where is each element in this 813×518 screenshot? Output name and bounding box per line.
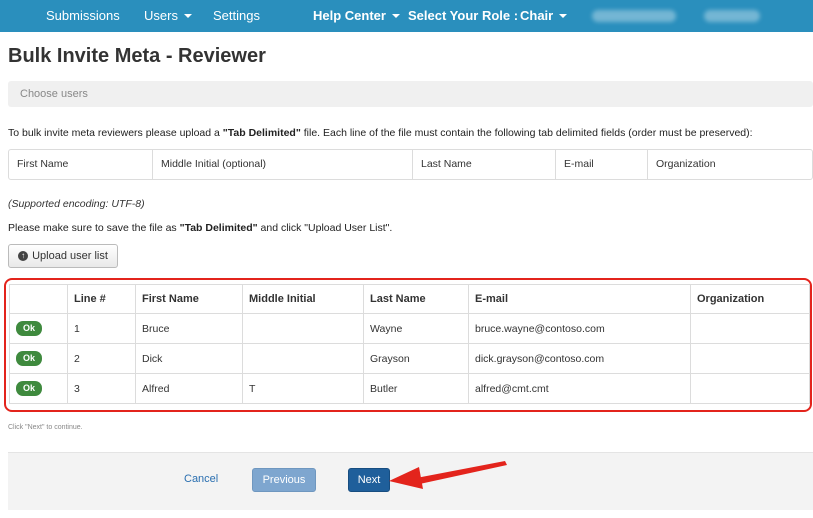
middle-initial-cell: [242, 313, 364, 344]
next-button[interactable]: Next: [348, 468, 390, 492]
nav-settings[interactable]: Settings: [213, 0, 260, 32]
nav-help-center[interactable]: Help Center: [313, 0, 400, 32]
col-status: [9, 284, 68, 314]
instructions-text-end: file. Each line of the file must contain…: [300, 127, 753, 139]
save-text: Please make sure to save the file as: [8, 222, 180, 234]
first-name-cell: Dick: [135, 343, 243, 374]
line-cell: 3: [67, 373, 136, 404]
required-fields-table: First Name Middle Initial (optional) Las…: [8, 149, 813, 180]
middle-initial-cell: [242, 343, 364, 374]
table-row: Ok 3 Alfred T Butler alfred@cmt.cmt: [9, 373, 810, 404]
first-name-cell: Bruce: [135, 313, 243, 344]
continue-note: Click "Next" to continue.: [8, 424, 83, 431]
save-instructions: Please make sure to save the file as "Ta…: [8, 222, 392, 234]
col-first-name: First Name: [135, 284, 243, 314]
last-name-cell: Butler: [363, 373, 469, 404]
first-name-cell: Alfred: [135, 373, 243, 404]
col-organization: Organization: [690, 284, 810, 314]
last-name-cell: Grayson: [363, 343, 469, 374]
nav-role-label: Select Your Role :: [408, 8, 519, 23]
col-last-name: Last Name: [363, 284, 469, 314]
status-cell: Ok: [9, 313, 68, 344]
line-cell: 2: [67, 343, 136, 374]
col-email: E-mail: [468, 284, 691, 314]
organization-cell: [690, 343, 810, 374]
line-cell: 1: [67, 313, 136, 344]
middle-initial-cell: T: [242, 373, 364, 404]
nav-help-center-label: Help Center: [313, 8, 386, 23]
col-line: Line #: [67, 284, 136, 314]
save-bold: "Tab Delimited": [179, 222, 258, 234]
choose-users-step: Choose users: [8, 81, 813, 107]
instructions-text: To bulk invite meta reviewers please upl…: [8, 127, 223, 139]
email-cell: dick.grayson@contoso.com: [468, 343, 691, 374]
chevron-down-icon: [559, 13, 568, 18]
choose-users-label: Choose users: [20, 88, 88, 100]
nav-users[interactable]: Users: [144, 0, 192, 32]
table-row: Ok 2 Dick Grayson dick.grayson@contoso.c…: [9, 343, 810, 374]
email-cell: bruce.wayne@contoso.com: [468, 313, 691, 344]
nav-users-label: Users: [144, 8, 178, 23]
col-middle-initial: Middle Initial: [242, 284, 364, 314]
upload-user-list-button[interactable]: ↑ Upload user list: [8, 244, 118, 268]
chevron-down-icon: [391, 13, 400, 18]
last-name-cell: Wayne: [363, 313, 469, 344]
field-last-name: Last Name: [412, 150, 555, 179]
nav-submissions[interactable]: Submissions: [46, 0, 120, 32]
nav-role-select[interactable]: Chair: [520, 0, 568, 32]
table-header-row: Line # First Name Middle Initial Last Na…: [9, 284, 810, 314]
save-text-end: and click "Upload User List".: [257, 222, 393, 234]
status-badge: Ok: [16, 351, 42, 366]
cancel-link[interactable]: Cancel: [184, 473, 218, 485]
organization-cell: [690, 373, 810, 404]
status-badge: Ok: [16, 381, 42, 396]
organization-cell: [690, 313, 810, 344]
top-navbar: Submissions Users Settings Help Center S…: [0, 0, 813, 32]
field-first-name: First Name: [17, 158, 69, 170]
instructions-bold: "Tab Delimited": [222, 127, 301, 139]
redacted-user-menu[interactable]: [592, 10, 676, 22]
nav-role-value: Chair: [520, 8, 554, 23]
redacted-account-menu[interactable]: [704, 10, 760, 22]
field-email: E-mail: [555, 150, 647, 179]
upload-instructions: To bulk invite meta reviewers please upl…: [8, 127, 753, 139]
annotation-arrow-icon: [389, 461, 507, 489]
status-cell: Ok: [9, 373, 68, 404]
previous-button[interactable]: Previous: [252, 468, 316, 492]
status-cell: Ok: [9, 343, 68, 374]
chevron-down-icon: [183, 13, 192, 18]
page-title: Bulk Invite Meta - Reviewer: [8, 45, 266, 67]
results-table: Line # First Name Middle Initial Last Na…: [9, 284, 810, 404]
table-row: Ok 1 Bruce Wayne bruce.wayne@contoso.com: [9, 313, 810, 344]
upload-button-label: Upload user list: [32, 250, 108, 262]
upload-icon: ↑: [18, 251, 29, 261]
email-cell: alfred@cmt.cmt: [468, 373, 691, 404]
field-middle-initial: Middle Initial (optional): [152, 150, 412, 179]
field-organization: Organization: [647, 150, 812, 179]
encoding-note: (Supported encoding: UTF-8): [8, 198, 145, 210]
status-badge: Ok: [16, 321, 42, 336]
